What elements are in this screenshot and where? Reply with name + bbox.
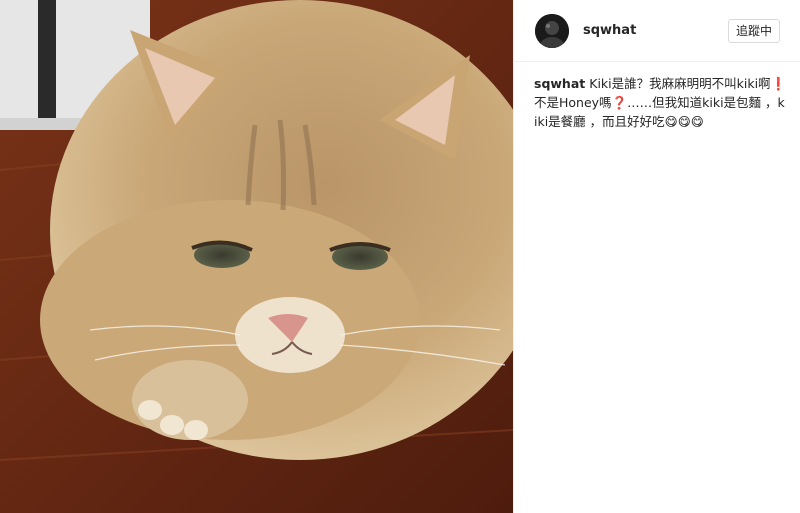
instagram-post: sqwhat 追蹤中 sqwhat Kiki是誰？我麻麻明明不叫kiki啊❗️不是… <box>0 0 800 513</box>
post-caption: sqwhat Kiki是誰？我麻麻明明不叫kiki啊❗️不是Honey嗎❓……但我… <box>514 62 800 131</box>
post-photo[interactable] <box>0 0 513 513</box>
author-username[interactable]: sqwhat <box>583 23 728 38</box>
caption-username[interactable]: sqwhat <box>534 76 585 91</box>
profile-avatar-icon <box>535 13 569 48</box>
cat-photo-illustration <box>0 0 513 513</box>
post-sidebar: sqwhat 追蹤中 sqwhat Kiki是誰？我麻麻明明不叫kiki啊❗️不是… <box>513 0 800 513</box>
following-button[interactable]: 追蹤中 <box>727 18 780 43</box>
post-header: sqwhat 追蹤中 <box>514 0 800 62</box>
avatar[interactable] <box>535 13 569 48</box>
